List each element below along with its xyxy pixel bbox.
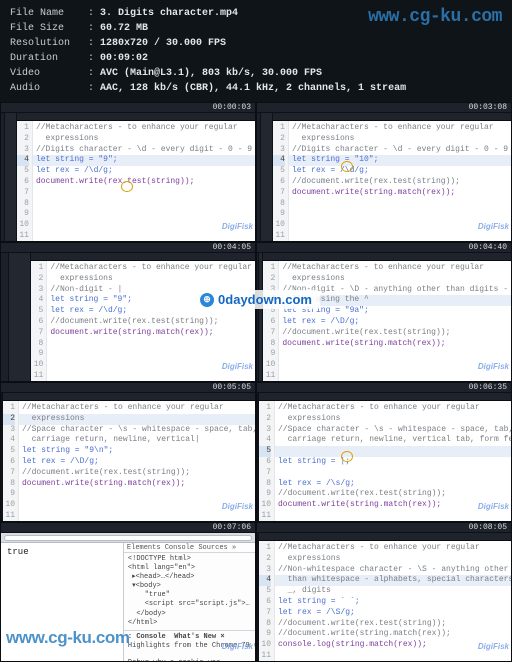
meta-row: Duration : 00:09:02 <box>10 51 502 66</box>
timestamp: 00:07:06 <box>213 523 251 532</box>
metadata-header: www.cg-ku.com File Name : 3. Digits char… <box>0 0 512 102</box>
meta-row: Audio : AAC, 128 kb/s (CBR), 44.1 kHz, 2… <box>10 81 502 96</box>
pane-brand: DigiFisk <box>478 362 509 371</box>
sidebar[interactable] <box>9 253 32 382</box>
editor-tabbar[interactable] <box>3 393 256 401</box>
frame-pane: 00:04:40 123456789101112//Metacharacters … <box>256 242 512 382</box>
editor-tabbar[interactable] <box>259 533 512 541</box>
pane-brand: DigiFisk <box>478 502 509 511</box>
meta-row: Resolution : 1280x720 / 30.000 FPS <box>10 36 502 51</box>
code-editor[interactable]: 123456789101112//Metacharacters - to enh… <box>263 261 511 382</box>
watermark-top: www.cg-ku.com <box>368 4 502 31</box>
pane-brand: DigiFisk <box>222 222 253 231</box>
timestamp: 00:05:05 <box>213 383 251 392</box>
globe-icon: ⊕ <box>200 293 214 307</box>
frame-grid: 00:00:03 123456789101112//Metacharacters … <box>0 102 512 662</box>
frame-pane: 00:06:35 123456789101112//Metacharacters … <box>256 382 512 522</box>
timestamp: 00:06:35 <box>469 383 507 392</box>
sidebar[interactable] <box>5 113 17 242</box>
frame-pane: 00:04:05123456789101112//Metacharacters … <box>0 242 256 382</box>
frame-pane: 00:08:05 123456789101112//Metacharacters … <box>256 522 512 662</box>
address-bar[interactable] <box>4 535 252 541</box>
frame-pane: 00:03:08 123456789101112//Metacharacters … <box>256 102 512 242</box>
sidebar[interactable] <box>261 113 273 242</box>
editor-tabbar[interactable] <box>259 393 512 401</box>
browser-toolbar[interactable] <box>1 533 255 543</box>
frame-pane: 00:05:05 123456789101112//Metacharacters … <box>0 382 256 522</box>
timestamp: 00:04:40 <box>469 243 507 252</box>
watermark-bottom: www.cg-ku.com <box>6 628 130 648</box>
code-editor[interactable]: 123456789101112//Metacharacters - to enh… <box>259 401 512 522</box>
timestamp: 00:08:05 <box>469 523 507 532</box>
watermark-center: ⊕ 0daydown.com <box>192 290 320 309</box>
devtools-elements[interactable]: <!DOCTYPE html> <html lang="en"> ▸<head>… <box>124 553 255 630</box>
code-editor[interactable]: 123456789101112//Metacharacters - to enh… <box>273 121 511 242</box>
devtools-tabs[interactable]: Elements Console Sources » <box>124 543 255 553</box>
editor-tabbar[interactable] <box>273 113 511 121</box>
editor-tabbar[interactable] <box>31 253 255 261</box>
meta-row: Video : AVC (Main@L3.1), 803 kb/s, 30.00… <box>10 66 502 81</box>
timestamp: 00:00:03 <box>213 103 251 112</box>
code-editor[interactable]: 123456789101112//Metacharacters - to enh… <box>17 121 255 242</box>
editor-tabbar[interactable] <box>263 253 511 261</box>
pane-brand: DigiFisk <box>478 222 509 231</box>
frame-pane: 00:00:03 123456789101112//Metacharacters … <box>0 102 256 242</box>
code-editor[interactable]: 123456789101112//Metacharacters - to enh… <box>259 541 512 662</box>
timestamp: 00:03:08 <box>469 103 507 112</box>
code-editor[interactable]: 123456789101112//Metacharacters - to enh… <box>3 401 256 522</box>
pane-brand: DigiFisk <box>222 362 253 371</box>
timestamp: 00:04:05 <box>213 243 251 252</box>
pane-brand: DigiFisk <box>222 502 253 511</box>
editor-tabbar[interactable] <box>17 113 255 121</box>
activity-bar[interactable] <box>1 253 9 382</box>
